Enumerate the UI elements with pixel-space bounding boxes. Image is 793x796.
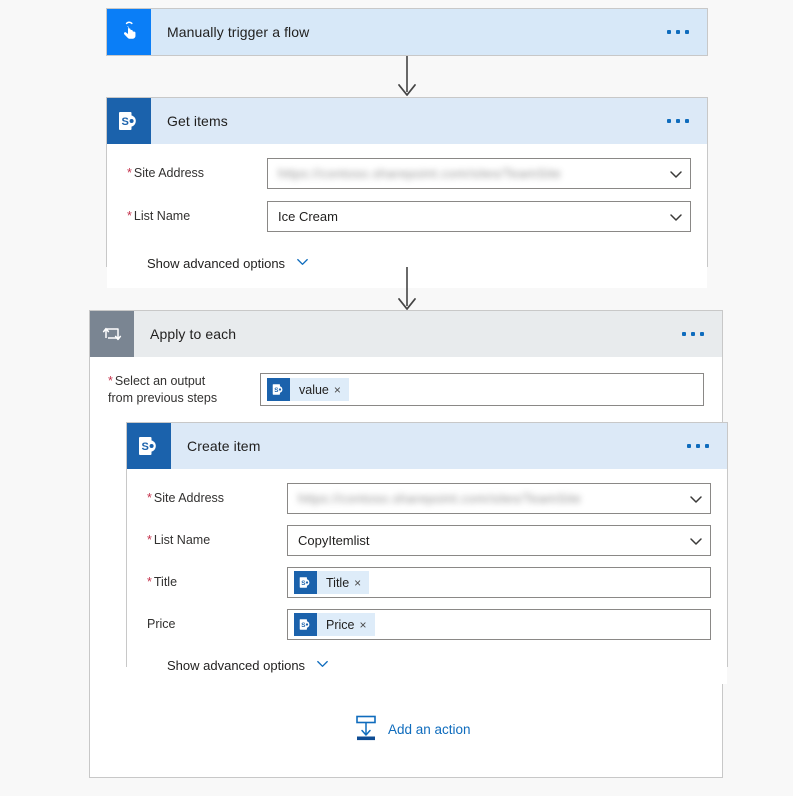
create-item-site-address-row: * Site Address https://contoso.sharepoint… xyxy=(147,483,711,514)
add-an-action-button[interactable]: Add an action xyxy=(354,714,471,745)
chevron-down-icon[interactable] xyxy=(668,166,684,182)
get-items-card-menu-button[interactable] xyxy=(663,113,693,129)
required-asterisk: * xyxy=(147,575,152,590)
connector-getitems-to-loop xyxy=(395,267,419,312)
token-label: Title xyxy=(326,575,350,590)
token-remove-icon[interactable]: × xyxy=(359,619,374,631)
trigger-card-menu-button[interactable] xyxy=(663,24,693,40)
create-item-card-body: * Site Address https://contoso.sharepoint… xyxy=(127,469,727,684)
chevron-down-icon[interactable] xyxy=(688,533,704,549)
apply-to-each-output-row: * Select an output from previous steps S … xyxy=(108,373,704,406)
chevron-down-icon[interactable] xyxy=(688,491,704,507)
create-item-list-name-input[interactable]: CopyItemlist xyxy=(287,525,711,556)
get-items-site-address-label: * Site Address xyxy=(127,166,205,181)
apply-to-each-container[interactable]: Apply to each * Select an output from pre… xyxy=(89,310,728,778)
create-item-site-address-input[interactable]: https://contoso.sharepoint.com/sites/Tea… xyxy=(287,483,711,514)
svg-text:S: S xyxy=(301,580,305,587)
token-chip-value[interactable]: S value × xyxy=(267,378,349,401)
get-items-show-advanced-label: Show advanced options xyxy=(147,255,286,271)
get-items-list-name-row: * List Name Ice Cream xyxy=(127,201,691,232)
chevron-down-icon xyxy=(295,254,310,272)
create-item-card-menu-button[interactable] xyxy=(683,438,713,454)
svg-text:S: S xyxy=(301,622,305,629)
required-asterisk: * xyxy=(108,374,113,389)
apply-to-each-title: Apply to each xyxy=(150,326,237,342)
get-items-list-name-value: Ice Cream xyxy=(278,209,338,224)
token-remove-icon[interactable]: × xyxy=(334,384,349,396)
create-item-price-label: Price xyxy=(147,617,176,632)
svg-text:S: S xyxy=(274,387,278,394)
sharepoint-icon: S xyxy=(294,613,317,636)
create-item-title-label: * Title xyxy=(147,575,178,590)
create-item-site-address-label: * Site Address xyxy=(147,491,225,506)
create-item-list-name-row: * List Name CopyItemlist xyxy=(147,525,711,556)
get-items-site-address-row: * Site Address https://contoso.sharepoint… xyxy=(127,158,691,189)
create-item-list-name-label: * List Name xyxy=(147,533,211,548)
token-label: value xyxy=(299,382,329,397)
get-items-card-title: Get items xyxy=(167,113,228,129)
create-item-show-advanced-label: Show advanced options xyxy=(167,657,306,673)
apply-to-each-output-input[interactable]: S value × xyxy=(260,373,704,406)
required-asterisk: * xyxy=(127,166,132,181)
chevron-down-icon xyxy=(315,656,330,674)
svg-text:S: S xyxy=(142,441,149,453)
apply-to-each-header[interactable]: Apply to each xyxy=(90,311,722,357)
sharepoint-icon: S xyxy=(107,98,151,144)
create-item-card-header[interactable]: S Create item xyxy=(127,423,727,469)
token-chip-title[interactable]: S Title × xyxy=(294,571,370,594)
create-item-title-row: * Title S Title × xyxy=(147,567,711,598)
get-items-list-name-input[interactable]: Ice Cream xyxy=(267,201,691,232)
apply-to-each-body: * Select an output from previous steps S … xyxy=(90,357,728,684)
create-item-card-title: Create item xyxy=(187,438,261,454)
token-label: Price xyxy=(326,617,355,632)
sharepoint-icon: S xyxy=(294,571,317,594)
sharepoint-icon: S xyxy=(127,423,171,469)
get-items-show-advanced-options[interactable]: Show advanced options xyxy=(147,254,310,272)
connector-trigger-to-getitems xyxy=(395,56,419,98)
create-item-list-name-value: CopyItemlist xyxy=(298,533,370,548)
token-chip-price[interactable]: S Price × xyxy=(294,613,375,636)
get-items-site-address-input[interactable]: https://contoso.sharepoint.com/sites/Tea… xyxy=(267,158,691,189)
apply-to-each-output-label: * Select an output from previous steps xyxy=(108,374,218,405)
trigger-card-header[interactable]: Manually trigger a flow xyxy=(107,9,707,55)
token-remove-icon[interactable]: × xyxy=(354,577,369,589)
create-item-show-advanced-options[interactable]: Show advanced options xyxy=(167,656,330,674)
required-asterisk: * xyxy=(127,209,132,224)
create-item-price-row: Price S Price × xyxy=(147,609,711,640)
svg-text:S: S xyxy=(122,116,129,128)
get-items-card[interactable]: S Get items * Site Address https://contos… xyxy=(106,97,708,288)
create-item-title-input[interactable]: S Title × xyxy=(287,567,711,598)
required-asterisk: * xyxy=(147,533,152,548)
trigger-card-title: Manually trigger a flow xyxy=(167,24,310,40)
loop-icon xyxy=(90,311,134,357)
touch-tap-hand-icon xyxy=(107,9,151,55)
chevron-down-icon[interactable] xyxy=(668,209,684,225)
sharepoint-icon: S xyxy=(267,378,290,401)
get-items-site-address-value: https://contoso.sharepoint.com/sites/Tea… xyxy=(278,166,562,181)
get-items-card-header[interactable]: S Get items xyxy=(107,98,707,144)
get-items-list-name-label: * List Name xyxy=(127,209,191,224)
insert-step-icon xyxy=(354,714,378,745)
required-asterisk: * xyxy=(147,491,152,506)
create-item-site-address-value: https://contoso.sharepoint.com/sites/Tea… xyxy=(298,491,582,506)
add-an-action-label: Add an action xyxy=(388,722,471,737)
create-item-price-input[interactable]: S Price × xyxy=(287,609,711,640)
trigger-card[interactable]: Manually trigger a flow xyxy=(106,8,708,56)
apply-to-each-menu-button[interactable] xyxy=(678,326,708,342)
create-item-card[interactable]: S Create item * Site Address https://con… xyxy=(126,422,728,684)
